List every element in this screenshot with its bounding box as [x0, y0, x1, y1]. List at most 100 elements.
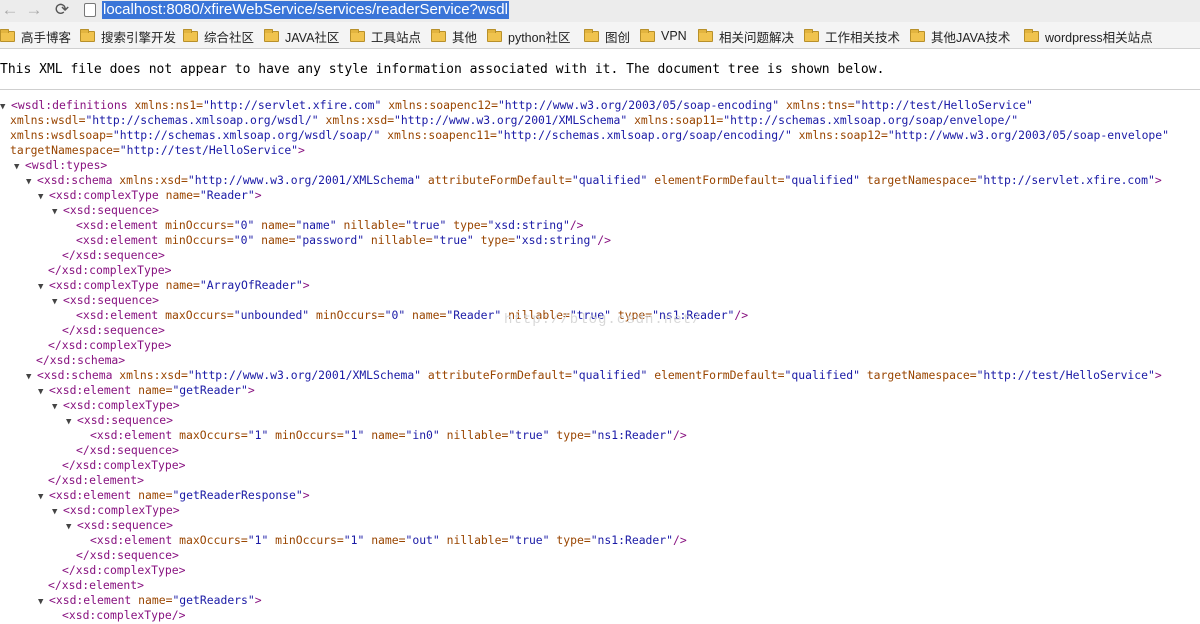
back-arrow-icon[interactable]: ←	[0, 1, 20, 19]
xml-tag: >	[254, 188, 262, 202]
collapse-triangle-icon[interactable]: ▼	[38, 595, 49, 610]
xml-tag: </xsd:schema>	[36, 353, 126, 367]
bookmark-folder[interactable]: wordpress相关站点	[1024, 28, 1153, 45]
collapse-triangle-icon[interactable]: ▼	[52, 505, 63, 520]
xml-attr-value: "password"	[295, 233, 371, 247]
xml-tag: <xsd:element	[90, 428, 180, 442]
forward-arrow-icon[interactable]: →	[24, 1, 44, 19]
collapse-triangle-icon[interactable]: ▼	[52, 295, 63, 310]
xml-attr-value: "ArrayOfReader"	[199, 278, 303, 292]
xml-attr-name: nillable=	[446, 428, 509, 442]
xml-tag: <xsd:element	[49, 488, 139, 502]
bookmark-label: 工作相关技术	[825, 30, 901, 45]
folder-icon	[698, 28, 713, 42]
xml-attr-name: xmlns:soap11=	[634, 113, 724, 127]
collapse-triangle-icon[interactable]: ▼	[26, 370, 37, 385]
bookmark-folder[interactable]: 综合社区	[183, 28, 254, 45]
xml-attr-name: name=	[138, 383, 173, 397]
collapse-triangle-icon[interactable]: ▼	[38, 385, 49, 400]
bookmark-folder[interactable]: 其他JAVA技术	[910, 28, 1010, 45]
bookmark-folder[interactable]: VPN	[640, 28, 687, 44]
xml-tag: <xsd:element	[49, 383, 139, 397]
xml-attr-value: "http://test/HelloService"	[119, 143, 299, 157]
collapse-triangle-icon[interactable]: ▼	[38, 190, 49, 205]
bookmark-folder[interactable]: 搜索引擎开发	[80, 28, 176, 45]
xml-tag: <xsd:element	[76, 308, 166, 322]
collapse-triangle-icon[interactable]: ▼	[38, 280, 49, 295]
bookmark-folder[interactable]: 相关问题解决	[698, 28, 795, 45]
xml-attr-value: "http://schemas.xmlsoap.org/soap/encodin…	[496, 128, 799, 142]
xml-attr-name: maxOccurs=	[165, 308, 234, 322]
xml-attr-value: "http://servlet.xfire.com"	[976, 173, 1155, 187]
bookmark-folder[interactable]: python社区	[487, 28, 571, 45]
xml-attr-name: name=	[138, 593, 173, 607]
bookmark-label: VPN	[661, 29, 687, 43]
bookmark-label: wordpress相关站点	[1045, 30, 1153, 45]
xml-tag: <xsd:complexType	[49, 278, 166, 292]
xml-tag: <xsd:sequence>	[63, 293, 160, 307]
xml-attr-name: maxOccurs=	[179, 533, 248, 547]
collapse-triangle-icon[interactable]: ▼	[52, 205, 63, 220]
bookmark-folder[interactable]: 工作相关技术	[804, 28, 901, 45]
bookmark-folder[interactable]: 高手博客	[0, 28, 71, 45]
bookmark-folder[interactable]: JAVA社区	[264, 28, 340, 45]
collapse-triangle-icon[interactable]: ▼	[38, 490, 49, 505]
xml-attr-name: xmlns:wsdlsoap=	[10, 128, 113, 142]
xml-attr-value: "http://servlet.xfire.com"	[203, 98, 389, 112]
xml-tag: <xsd:schema	[37, 173, 120, 187]
xml-attr-value: "http://schemas.xmlsoap.org/wsdl/soap/"	[112, 128, 388, 142]
bookmark-folder[interactable]: 工具站点	[350, 28, 421, 45]
reload-icon[interactable]: ⟳	[52, 1, 72, 19]
xml-tag: <xsd:complexType>	[63, 398, 180, 412]
xml-tag: </xsd:complexType>	[48, 338, 172, 352]
xml-attr-value: "http://www.w3.org/2003/05/soap-encoding…	[497, 98, 786, 112]
xml-tag: <xsd:element	[76, 218, 166, 232]
collapse-triangle-icon[interactable]: ▼	[52, 400, 63, 415]
xml-tag: <xsd:complexType/>	[62, 608, 186, 622]
collapse-triangle-icon[interactable]: ▼	[66, 415, 77, 430]
xml-line: ▼ <xsd:sequence>	[66, 518, 173, 533]
xml-tag: </xsd:sequence>	[62, 248, 165, 262]
xml-attr-name: minOccurs=	[275, 533, 344, 547]
xml-attr-name: xmlns:xsd=	[325, 113, 395, 127]
folder-icon	[1024, 28, 1039, 42]
xml-attr-name: minOccurs=	[275, 428, 344, 442]
xml-attr-value: "1"	[247, 428, 276, 442]
xml-line: ▼ <xsd:schema xmlns:xsd="http://www.w3.or…	[26, 368, 1162, 383]
bookmark-folder[interactable]: 图创	[584, 28, 630, 45]
xml-tag: </xsd:sequence>	[62, 323, 165, 337]
bookmark-label: JAVA社区	[285, 30, 340, 45]
xml-attr-value: "xsd:string"	[514, 233, 598, 247]
xml-tag: <xsd:element	[49, 593, 139, 607]
xml-tag: >	[298, 143, 305, 157]
xml-line: ▼ <xsd:sequence>	[52, 293, 159, 308]
xml-line: ▼ <xsd:sequence>	[52, 203, 159, 218]
xml-line: </xsd:element>	[48, 473, 144, 488]
xml-attr-value: "name"	[295, 218, 344, 232]
xml-attr-name: name=	[412, 308, 447, 322]
xml-line: ▼ <xsd:element name="getReader">	[38, 383, 255, 398]
xml-line: targetNamespace="http://test/HelloServic…	[10, 143, 305, 158]
xml-line: ▼ <xsd:complexType>	[52, 398, 180, 413]
xml-attr-name: xmlns:soapenc12=	[388, 98, 498, 112]
collapse-triangle-icon[interactable]: ▼	[26, 175, 37, 190]
xml-line: xmlns:wsdlsoap="http://schemas.xmlsoap.o…	[10, 128, 1169, 143]
xml-line: <xsd:element minOccurs="0" name="passwor…	[76, 233, 611, 248]
bookmark-folder[interactable]: 其他	[431, 28, 477, 45]
collapse-triangle-icon[interactable]: ▼	[66, 520, 77, 535]
xml-line: </xsd:sequence>	[76, 443, 179, 458]
xml-line: </xsd:complexType>	[48, 263, 171, 278]
xml-attr-value: "getReaderResponse"	[172, 488, 303, 502]
folder-icon	[264, 28, 279, 42]
divider	[0, 89, 1200, 90]
xml-tag: <xsd:element	[76, 233, 166, 247]
xml-tag: <xsd:complexType>	[63, 503, 180, 517]
collapse-triangle-icon[interactable]: ▼	[14, 160, 25, 175]
xml-tag: >	[302, 278, 310, 292]
url-text[interactable]: localhost:8080/xfireWebService/services/…	[102, 1, 509, 19]
xml-line: <xsd:element maxOccurs="1" minOccurs="1"…	[90, 428, 687, 443]
page-icon	[84, 3, 96, 17]
bookmark-label: 相关问题解决	[719, 30, 795, 45]
xml-line: </xsd:sequence>	[62, 323, 165, 338]
address-bar[interactable]: localhost:8080/xfireWebService/services/…	[84, 0, 509, 20]
